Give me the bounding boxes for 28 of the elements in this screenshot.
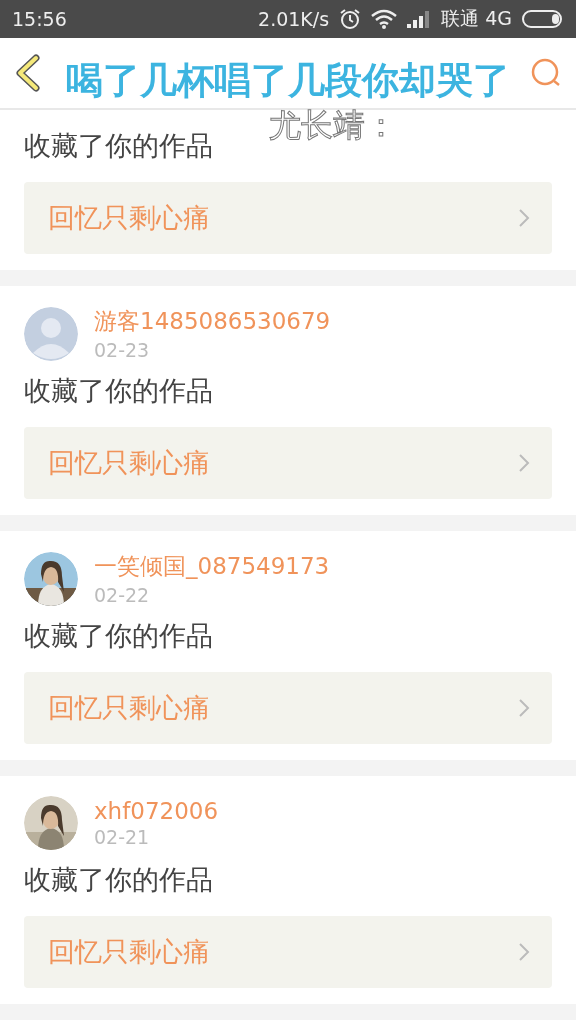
network-speed: 2.01K/s	[258, 8, 330, 30]
battery-icon	[522, 10, 564, 28]
alarm-icon	[339, 8, 362, 30]
user-name[interactable]: 一笑倾国_087549173	[94, 551, 330, 582]
message-text: 收藏了你的作品	[24, 129, 214, 163]
work-card[interactable]: 回忆只剩心痛	[24, 916, 552, 988]
back-icon[interactable]	[14, 54, 42, 92]
chevron-icon	[518, 698, 530, 718]
work-card[interactable]: 回忆只剩心痛	[24, 427, 552, 499]
chevron-icon	[518, 942, 530, 962]
message-text: 收藏了你的作品	[24, 374, 214, 408]
message-date: 02-23	[94, 339, 151, 361]
message-date: 02-21	[94, 826, 151, 848]
chevron-icon	[518, 453, 530, 473]
message-text: 收藏了你的作品	[24, 863, 214, 897]
work-card[interactable]: 回忆只剩心痛	[24, 672, 552, 744]
chevron-icon	[518, 208, 530, 228]
carrier-label: 联通 4G	[441, 6, 512, 31]
message-date: 02-22	[94, 584, 151, 606]
lyrics-line: 喝了几杯唱了几段你却哭了	[66, 58, 510, 104]
clock: 15:56	[12, 8, 67, 30]
work-card[interactable]: 回忆只剩心痛	[24, 182, 552, 254]
wifi-icon	[371, 9, 398, 29]
user-name[interactable]: xhf072006	[94, 798, 219, 824]
user-name[interactable]: 游客1485086530679	[94, 306, 331, 337]
signal-icon	[407, 10, 432, 28]
message-text: 收藏了你的作品	[24, 619, 214, 653]
singer-name: 尤长靖：	[269, 105, 397, 146]
